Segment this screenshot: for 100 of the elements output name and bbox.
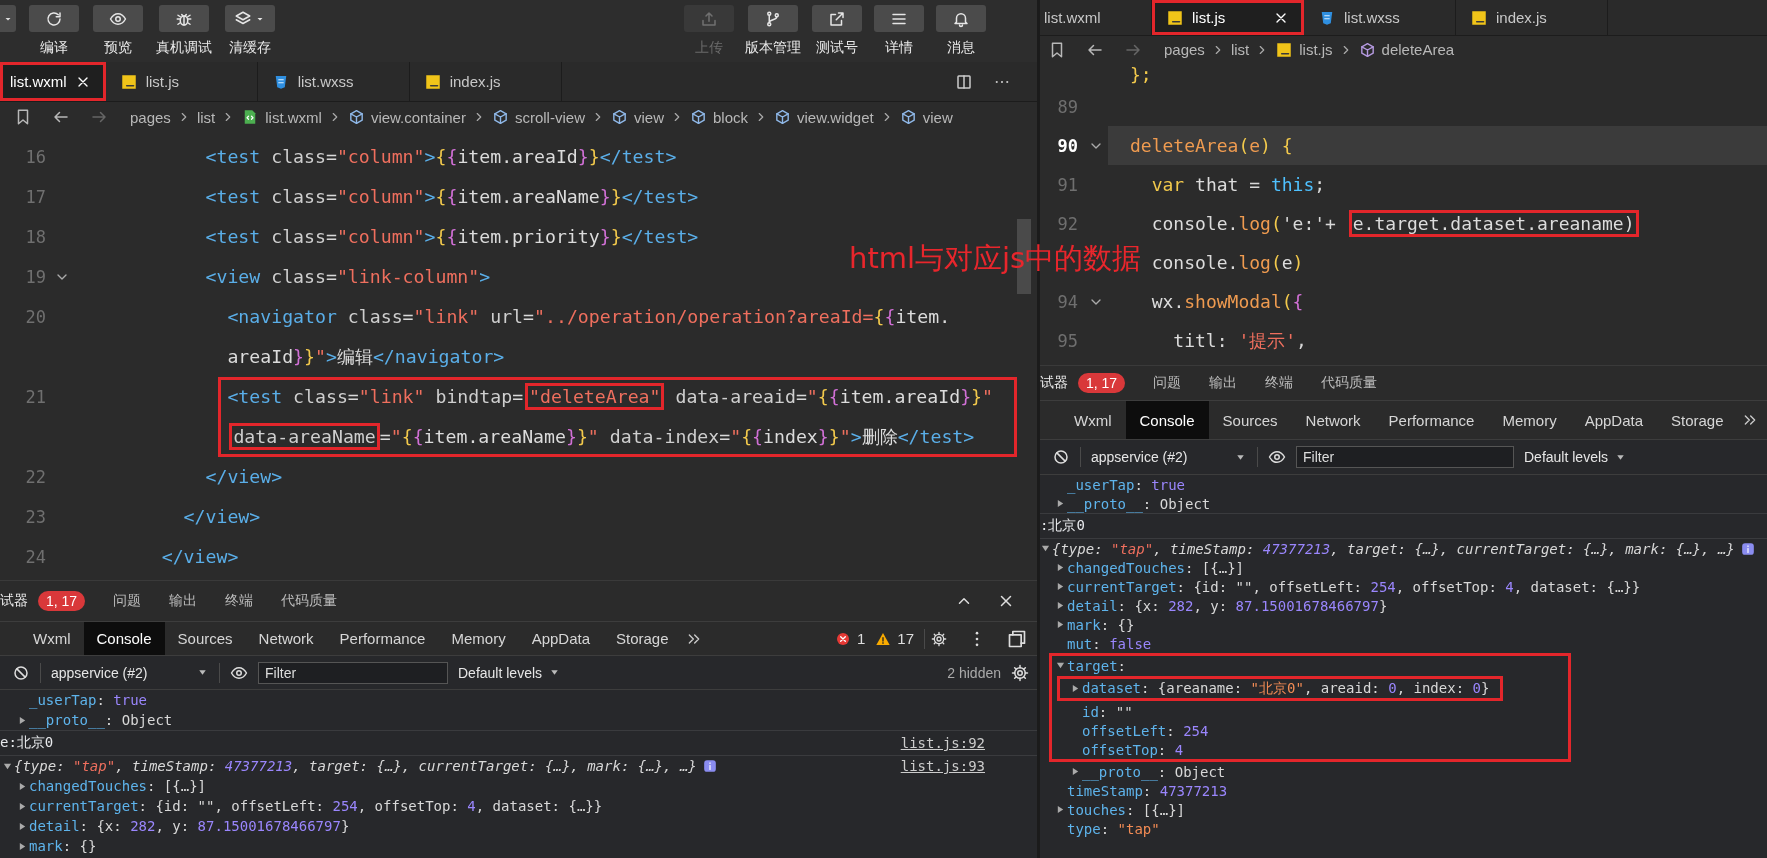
bug-button[interactable] bbox=[159, 5, 209, 32]
breadcrumb-item[interactable]: list bbox=[196, 108, 216, 126]
panel-tab[interactable]: 问题 bbox=[1153, 374, 1182, 392]
clear-console-icon[interactable] bbox=[1052, 448, 1070, 466]
file-tab[interactable]: list.js bbox=[105, 62, 258, 101]
file-tab[interactable]: list.wxss bbox=[1304, 0, 1456, 35]
disclosure-triangle-icon[interactable] bbox=[18, 821, 27, 831]
devtools-tab[interactable]: Network bbox=[1291, 401, 1375, 439]
dock-icon[interactable] bbox=[1007, 628, 1027, 649]
devtools-tab[interactable]: Wxml bbox=[20, 622, 84, 655]
clear-console-icon[interactable] bbox=[12, 663, 30, 682]
panel-tab[interactable]: 代码质量 bbox=[281, 592, 338, 610]
levels-dropdown[interactable]: Default levels bbox=[1524, 449, 1628, 465]
js-file-icon bbox=[119, 72, 138, 91]
line-number: 92 bbox=[1056, 213, 1078, 234]
devtools-tab[interactable]: Wxml bbox=[1060, 401, 1126, 439]
code-line: }; bbox=[1130, 63, 1152, 87]
breadcrumb-item[interactable]: scroll-view bbox=[514, 108, 585, 126]
settings-icon[interactable] bbox=[1011, 663, 1029, 682]
disclosure-triangle-icon[interactable] bbox=[18, 841, 27, 851]
panel-tab[interactable]: 输出 bbox=[169, 592, 198, 610]
settings-icon[interactable] bbox=[931, 630, 947, 647]
disclosure-triangle-icon[interactable] bbox=[1056, 601, 1065, 610]
panel-title[interactable]: 试器 bbox=[1040, 374, 1068, 392]
cube-icon bbox=[610, 108, 628, 126]
file-tab[interactable]: list.js bbox=[1152, 0, 1304, 35]
console-property: __proto__: Object bbox=[1082, 763, 1226, 780]
disclosure-triangle-icon[interactable] bbox=[1056, 805, 1065, 814]
disclosure-triangle-icon[interactable] bbox=[1056, 620, 1065, 629]
disclosure-triangle-icon[interactable] bbox=[1041, 544, 1050, 553]
breadcrumb-item[interactable]: view.container bbox=[370, 108, 466, 126]
source-link[interactable]: list.js:93 bbox=[900, 758, 985, 774]
disclosure-triangle-icon[interactable] bbox=[1071, 684, 1080, 693]
breadcrumb-item[interactable]: list bbox=[1230, 41, 1250, 58]
menu-button[interactable] bbox=[874, 5, 924, 32]
levels-dropdown[interactable]: Default levels bbox=[458, 664, 562, 681]
breadcrumb-item[interactable]: pages bbox=[1164, 41, 1205, 58]
devtools-tab[interactable]: Console bbox=[83, 622, 165, 655]
devtools-tab[interactable]: Memory bbox=[1488, 401, 1571, 439]
js-file-icon bbox=[1470, 8, 1488, 27]
panel-tab[interactable]: 输出 bbox=[1209, 374, 1238, 392]
devtools-tab[interactable]: Performance bbox=[1374, 401, 1489, 439]
disclosure-triangle-icon[interactable] bbox=[1056, 563, 1065, 572]
breadcrumb-item[interactable]: view bbox=[633, 108, 664, 126]
console-property: detail: {x: 282, y: 87.15001678466797} bbox=[1067, 597, 1388, 614]
eye-icon[interactable] bbox=[1268, 448, 1286, 466]
devtools-tab[interactable]: Sources bbox=[1208, 401, 1292, 439]
panel-tab[interactable]: 代码质量 bbox=[1321, 374, 1378, 392]
disclosure-triangle-icon[interactable] bbox=[3, 761, 12, 771]
file-tab[interactable]: index.js bbox=[1456, 0, 1608, 35]
panel-tab[interactable]: 终端 bbox=[225, 592, 254, 610]
devtools-tab[interactable]: Performance bbox=[326, 622, 439, 655]
breadcrumb-item[interactable]: view.widget bbox=[797, 108, 874, 126]
eye-button[interactable] bbox=[93, 5, 143, 32]
line-number: 90 bbox=[1056, 135, 1078, 156]
panel-tab[interactable]: 问题 bbox=[113, 592, 142, 610]
disclosure-triangle-icon[interactable] bbox=[18, 781, 27, 791]
split-editor-icon[interactable] bbox=[955, 72, 973, 91]
file-tab[interactable]: index.js bbox=[409, 62, 562, 101]
panel-title[interactable]: 试器 bbox=[0, 592, 28, 610]
panel-tab[interactable]: 终端 bbox=[1265, 374, 1294, 392]
code-line: <test class="column">{{item.priority}}</test> bbox=[205, 225, 699, 249]
line-number: 94 bbox=[1056, 291, 1078, 312]
filter-field[interactable]: Filter bbox=[258, 661, 448, 684]
devtools-tab[interactable]: AppData bbox=[518, 622, 603, 655]
branch-button[interactable] bbox=[748, 5, 798, 32]
disclosure-triangle-icon[interactable] bbox=[1056, 661, 1065, 670]
devtools-tab[interactable]: Storage bbox=[603, 622, 682, 655]
devtools-tab[interactable]: Console bbox=[1125, 401, 1209, 439]
breadcrumb-item[interactable]: deleteArea bbox=[1381, 41, 1455, 58]
source-link[interactable]: list.js:92 bbox=[900, 735, 985, 751]
code-line: <test class="column">{{item.areaId}}</test> bbox=[205, 145, 677, 169]
breadcrumb-item[interactable]: list.js bbox=[1299, 41, 1333, 58]
error-icon bbox=[834, 630, 851, 647]
bell-button[interactable] bbox=[936, 5, 986, 32]
layers-button[interactable] bbox=[225, 5, 275, 32]
file-tab[interactable]: list.wxml bbox=[0, 62, 106, 101]
refresh-button[interactable] bbox=[29, 5, 79, 32]
breadcrumb-item[interactable]: block bbox=[713, 108, 748, 126]
devtools-tab[interactable]: Sources bbox=[164, 622, 246, 655]
console-property: __proto__: Object bbox=[1067, 495, 1211, 512]
devtools-tab[interactable]: Storage bbox=[1657, 401, 1738, 439]
error-count: 1 bbox=[856, 630, 866, 647]
disclosure-triangle-icon[interactable] bbox=[18, 801, 27, 811]
disclosure-triangle-icon[interactable] bbox=[18, 715, 27, 725]
file-tab[interactable]: list.wxss bbox=[257, 62, 410, 101]
disclosure-triangle-icon[interactable] bbox=[1056, 499, 1065, 508]
devtools-tab[interactable]: AppData bbox=[1570, 401, 1657, 439]
context-dropdown[interactable]: appservice (#2) bbox=[51, 664, 209, 681]
breadcrumb-item[interactable]: list.wxml bbox=[265, 108, 322, 126]
external-link-button[interactable] bbox=[812, 5, 862, 32]
devtools-tab[interactable]: Network bbox=[245, 622, 327, 655]
context-dropdown[interactable]: appservice (#2) bbox=[1091, 449, 1247, 465]
disclosure-triangle-icon[interactable] bbox=[1071, 767, 1080, 776]
breadcrumb-item[interactable]: view bbox=[922, 108, 953, 126]
devtools-tab[interactable]: Memory bbox=[438, 622, 519, 655]
filter-field[interactable]: Filter bbox=[1296, 446, 1514, 468]
breadcrumb-item[interactable]: pages bbox=[130, 108, 171, 126]
toolbar-label: 真机调试 bbox=[156, 39, 212, 57]
disclosure-triangle-icon[interactable] bbox=[1056, 582, 1065, 591]
